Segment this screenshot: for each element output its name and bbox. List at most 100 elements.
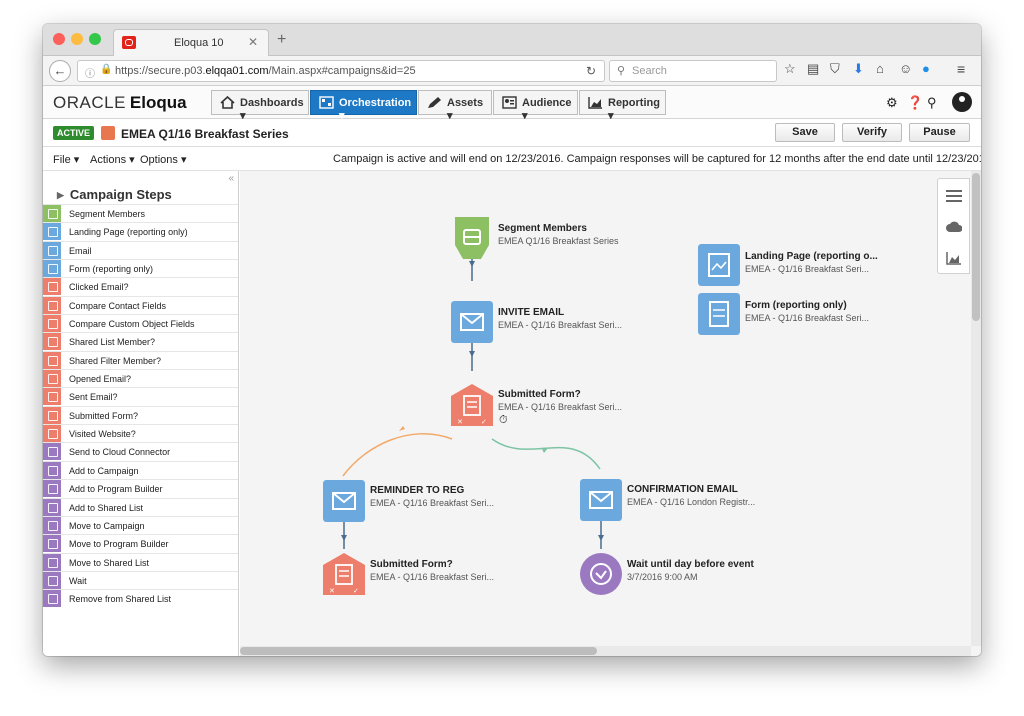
campaign-step-item[interactable]: Sent Email? <box>43 387 238 406</box>
confirmation-email-node[interactable] <box>580 479 622 521</box>
campaign-step-item[interactable]: Send to Cloud Connector <box>43 442 238 461</box>
campaign-title-bar: ACTIVE EMEA Q1/16 Breakfast Series Save … <box>43 119 981 147</box>
search-app-icon[interactable]: ⚲ <box>927 95 937 111</box>
horizontal-scrollbar[interactable] <box>240 646 971 656</box>
extension-icon[interactable]: ● <box>922 61 930 76</box>
search-icon: ⚲ <box>617 65 626 77</box>
vertical-scrollbar[interactable] <box>971 171 981 646</box>
campaign-step-item[interactable]: Visited Website? <box>43 424 238 443</box>
list-view-icon[interactable] <box>946 189 962 203</box>
address-bar[interactable]: ⓘ 🔒 https://secure.p03.elqqa01.com/Main.… <box>77 60 605 82</box>
save-button[interactable]: Save <box>775 123 835 142</box>
campaign-step-item[interactable]: Form (reporting only) <box>43 259 238 278</box>
cloud-icon[interactable] <box>946 220 962 234</box>
campaign-step-item[interactable]: Move to Program Builder <box>43 534 238 553</box>
invite-email-label: INVITE EMAIL EMEA - Q1/16 Breakfast Seri.… <box>498 307 623 330</box>
campaign-steps-sidebar: « Campaign Steps Segment Members Landing … <box>43 171 239 656</box>
campaign-step-item[interactable]: Submitted Form? <box>43 405 238 424</box>
nav-audience[interactable]: Audience ▾ <box>493 90 578 122</box>
home-browser-icon[interactable]: ⌂ <box>876 61 884 76</box>
campaign-step-item[interactable]: Email <box>43 240 238 259</box>
campaign-step-item[interactable]: Move to Campaign <box>43 515 238 534</box>
campaign-step-item[interactable]: Clicked Email? <box>43 277 238 296</box>
campaign-step-item[interactable]: Shared Filter Member? <box>43 350 238 369</box>
campaign-step-item[interactable]: Compare Custom Object Fields <box>43 314 238 333</box>
nav-assets[interactable]: Assets ▾ <box>418 90 492 122</box>
step-type-icon <box>43 480 61 498</box>
campaign-step-item[interactable]: Move to Shared List <box>43 552 238 571</box>
actions-menu[interactable]: Actions ▾ <box>90 153 135 166</box>
pocket-icon[interactable]: ⛉ <box>830 61 840 77</box>
new-tab-icon[interactable]: + <box>277 31 286 49</box>
campaign-step-item[interactable]: Remove from Shared List <box>43 589 238 608</box>
close-window-button[interactable] <box>53 33 65 45</box>
horizontal-scroll-thumb[interactable] <box>240 647 597 655</box>
minimize-window-button[interactable] <box>71 33 83 45</box>
info-icon[interactable]: ⓘ <box>85 65 95 80</box>
landing-page-node[interactable] <box>698 244 740 286</box>
download-icon[interactable]: ⬇ <box>853 61 864 77</box>
hamburger-menu-icon[interactable]: ≡ <box>957 61 965 77</box>
invite-email-node[interactable] <box>451 301 493 343</box>
campaign-step-item[interactable]: Compare Contact Fields <box>43 295 238 314</box>
step-type-icon <box>43 388 61 406</box>
step-type-icon <box>43 406 61 424</box>
campaign-step-item[interactable]: Opened Email? <box>43 369 238 388</box>
bookmark-star-icon[interactable]: ☆ <box>784 61 796 77</box>
step-type-icon <box>43 461 61 479</box>
wait-node[interactable] <box>580 553 622 595</box>
step-type-icon <box>43 315 61 333</box>
form-node[interactable] <box>698 293 740 335</box>
step-type-icon <box>43 241 61 259</box>
file-menu[interactable]: File ▾ <box>53 153 79 166</box>
nav-orchestration[interactable]: Orchestration ▾ <box>310 90 417 122</box>
submitted-form-decision-node-2[interactable]: ✕ ✓ <box>323 553 365 595</box>
campaign-step-item[interactable]: Landing Page (reporting only) <box>43 222 238 241</box>
back-arrow-icon[interactable]: ← <box>49 60 71 82</box>
submitted-form-label-2: Submitted Form? EMEA - Q1/16 Breakfast Se… <box>370 559 495 582</box>
vertical-scroll-thumb[interactable] <box>972 173 980 321</box>
user-avatar-icon[interactable] <box>952 92 972 112</box>
segment-members-node[interactable] <box>451 217 493 259</box>
reload-icon[interactable]: ↻ <box>586 64 596 78</box>
step-label: Remove from Shared List <box>69 594 172 605</box>
form-label: Form (reporting only) EMEA - Q1/16 Breakf… <box>745 300 870 323</box>
sidebar-title[interactable]: Campaign Steps <box>57 187 172 202</box>
campaign-step-item[interactable]: Segment Members <box>43 204 238 222</box>
pause-button[interactable]: Pause <box>909 123 970 142</box>
zoom-window-button[interactable] <box>89 33 101 45</box>
emoji-icon[interactable]: ☺ <box>899 61 912 76</box>
campaign-step-item[interactable]: Shared List Member? <box>43 332 238 351</box>
report-chart-icon[interactable] <box>946 251 962 265</box>
reminder-email-node[interactable] <box>323 480 365 522</box>
search-input[interactable]: ⚲ Search <box>609 60 777 82</box>
collapse-sidebar-icon[interactable]: « <box>228 173 234 184</box>
campaign-status-message: Campaign is active and will end on 12/23… <box>333 153 981 165</box>
oracle-eloqua-logo[interactable]: ORACLE Eloqua <box>53 93 187 113</box>
step-label: Segment Members <box>69 209 146 219</box>
verify-button[interactable]: Verify <box>842 123 902 142</box>
step-type-icon <box>43 425 61 443</box>
reading-list-icon[interactable]: ▤ <box>807 61 819 77</box>
step-type-icon <box>43 223 61 241</box>
campaign-step-item[interactable]: Add to Shared List <box>43 497 238 516</box>
step-type-icon <box>43 553 61 571</box>
campaign-canvas[interactable]: Segment Members EMEA Q1/16 Breakfast Seri… <box>240 171 981 656</box>
orchestration-icon <box>319 96 334 109</box>
step-type-icon <box>43 535 61 553</box>
close-tab-icon[interactable]: ✕ <box>248 35 258 49</box>
step-label: Opened Email? <box>69 374 132 385</box>
nav-reporting[interactable]: Reporting ▾ <box>579 90 666 122</box>
campaign-step-item[interactable]: Wait <box>43 570 238 589</box>
submitted-form-decision-node[interactable]: ✕ ✓ <box>451 384 493 426</box>
nav-dashboards[interactable]: Dashboards ▾ <box>211 90 309 122</box>
help-icon[interactable]: ❓ <box>907 95 923 111</box>
settings-gear-icon[interactable]: ⚙ <box>886 95 898 111</box>
step-type-icon <box>43 351 61 369</box>
campaign-name[interactable]: EMEA Q1/16 Breakfast Series <box>121 127 289 141</box>
browser-tab[interactable]: Eloqua 10 ✕ <box>113 29 269 56</box>
campaign-step-item[interactable]: Add to Program Builder <box>43 479 238 498</box>
options-menu[interactable]: Options ▾ <box>140 153 187 166</box>
step-type-icon <box>43 516 61 534</box>
campaign-step-item[interactable]: Add to Campaign <box>43 460 238 479</box>
